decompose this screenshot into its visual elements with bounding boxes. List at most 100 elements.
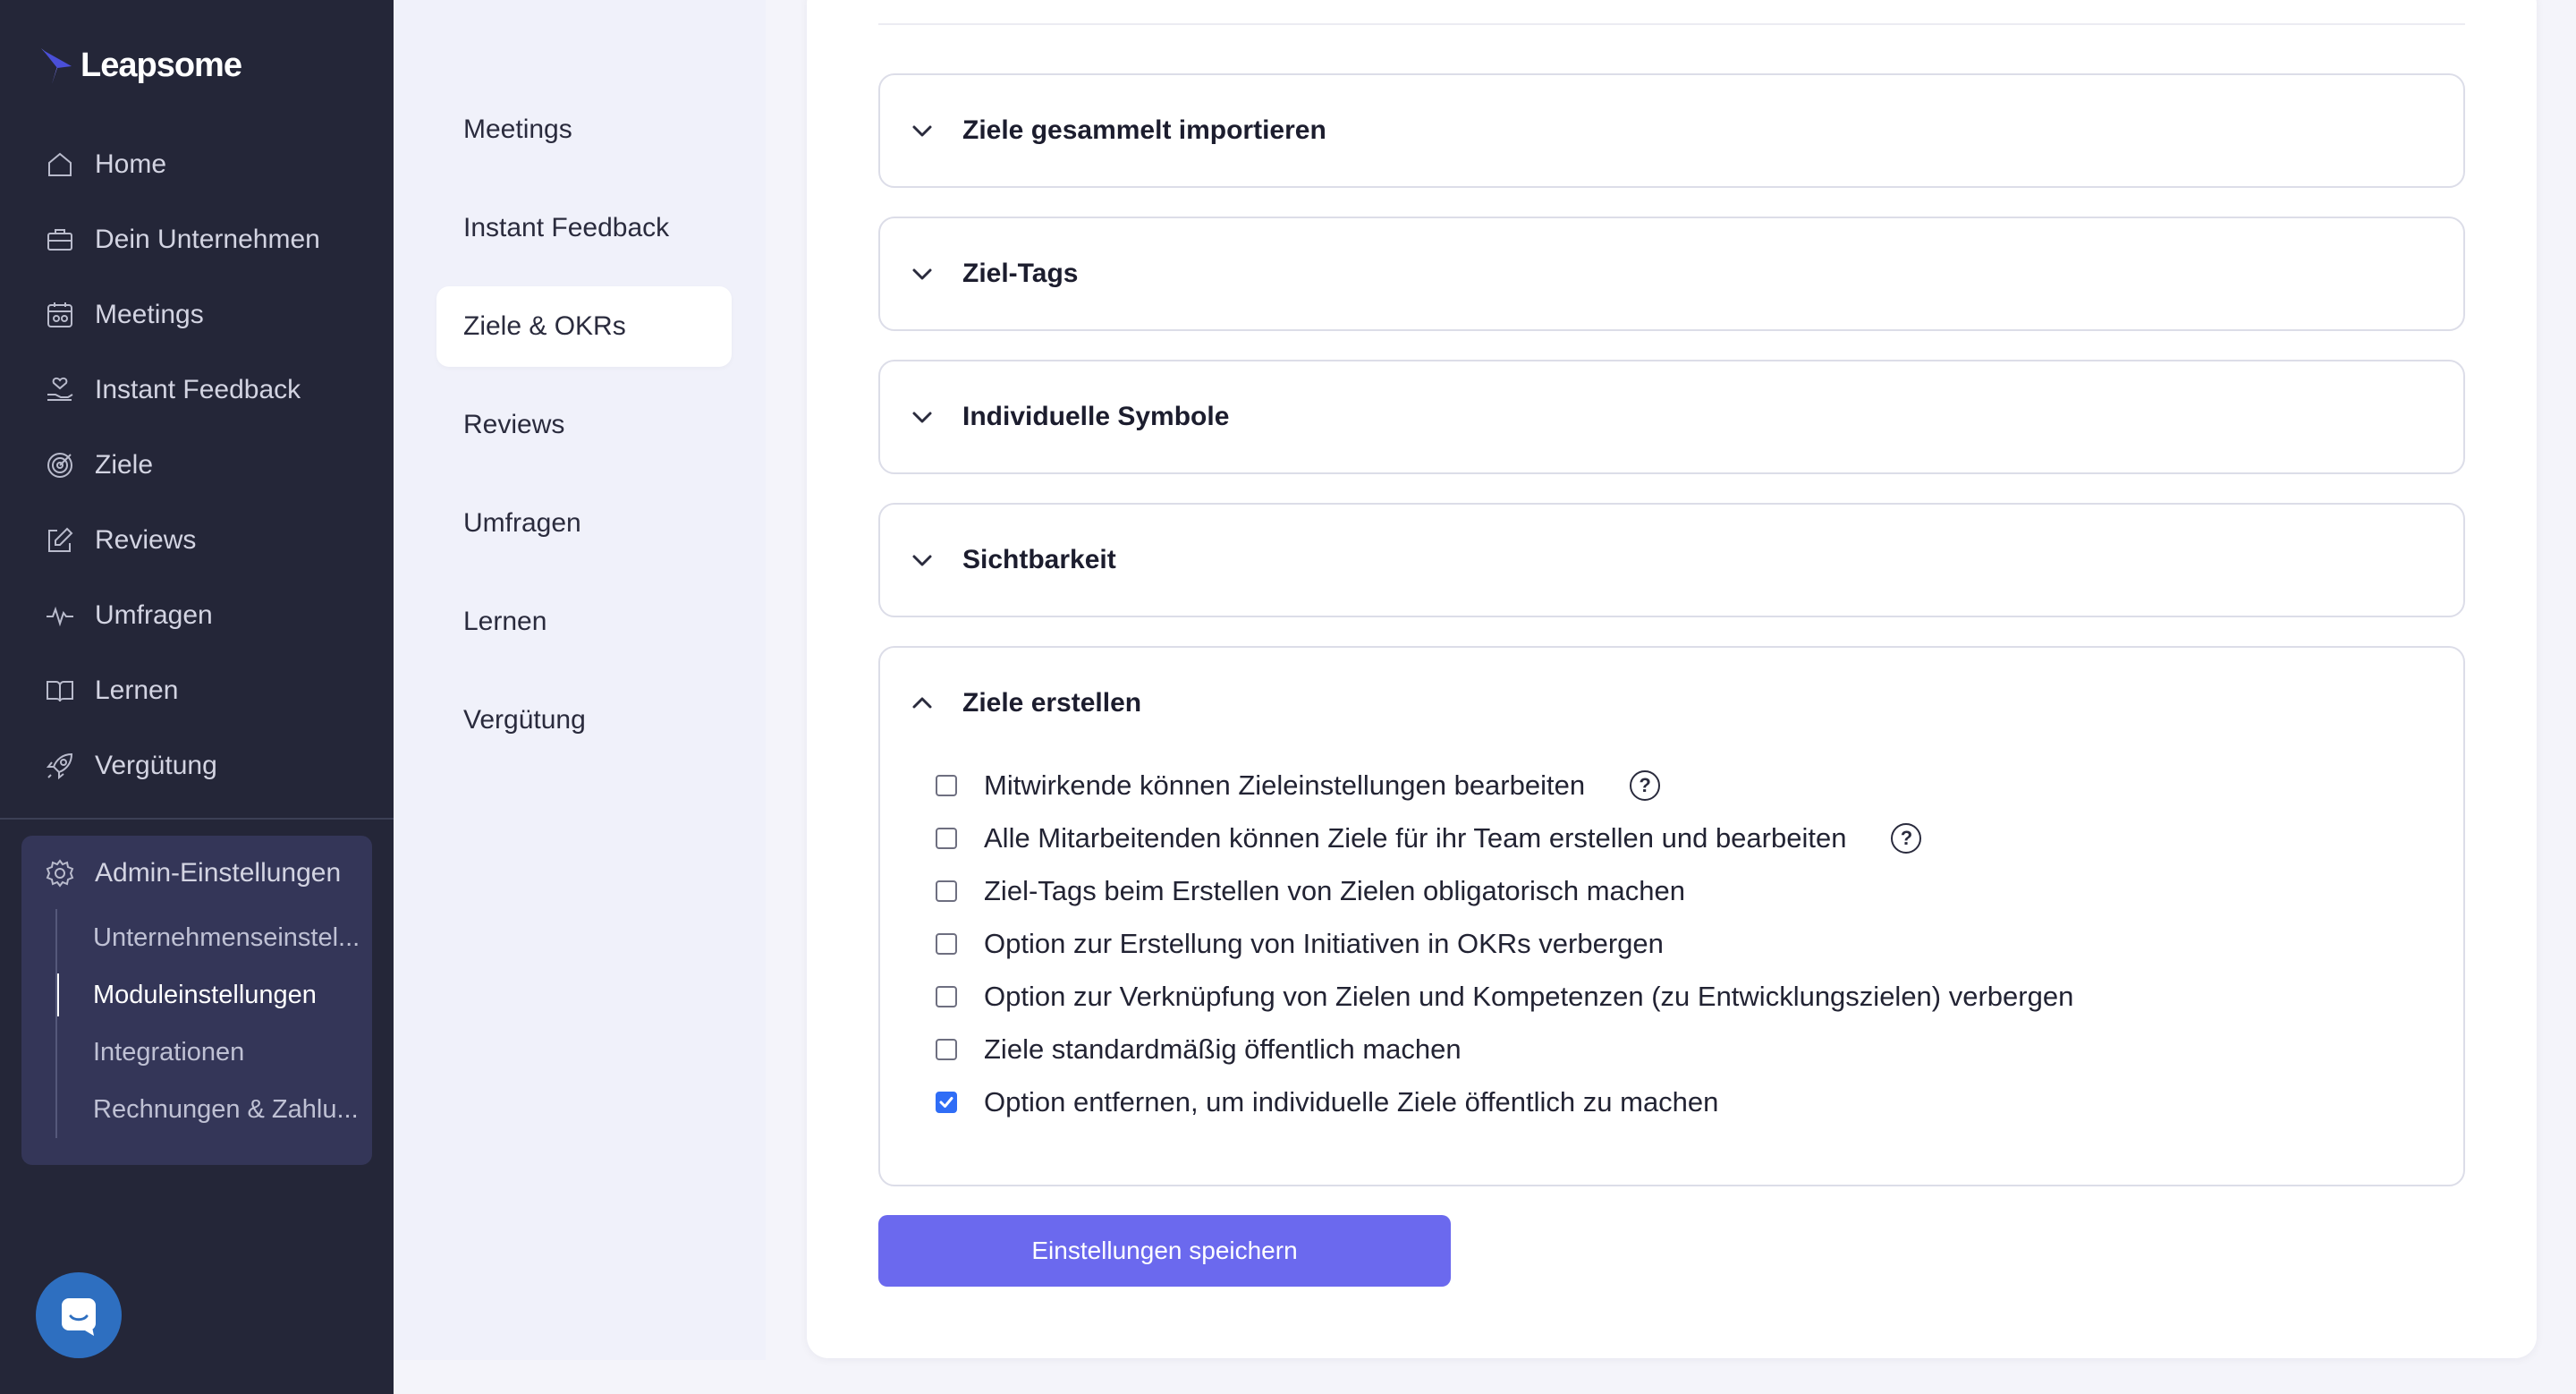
admin-subitem-company-settings[interactable]: Unternehmenseinstel... — [57, 909, 372, 966]
option-row: Option zur Verknüpfung von Zielen und Ko… — [936, 970, 2073, 1023]
checkmark-icon — [939, 1096, 953, 1108]
section-import-goals: Ziele gesammelt importieren — [878, 73, 2465, 188]
settings-card: Ziele gesammelt importieren Ziel-Tags In… — [807, 0, 2537, 1358]
main-sidebar: Leapsome Home Dein Unternehmen Meetings … — [0, 0, 394, 1394]
subnav-item-compensation[interactable]: Vergütung — [436, 680, 732, 761]
create-goals-options: Mitwirkende können Zieleinstellungen bea… — [936, 759, 2073, 1128]
rocket-icon — [46, 752, 73, 780]
sidebar-item-home[interactable]: Home — [0, 127, 394, 202]
section-header[interactable]: Individuelle Symbole — [880, 361, 2463, 472]
sidebar-item-label: Meetings — [95, 300, 204, 329]
subnav-item-learning[interactable]: Lernen — [436, 582, 732, 662]
module-subnav: Meetings Instant Feedback Ziele & OKRs R… — [394, 0, 766, 1360]
sidebar-item-learning[interactable]: Lernen — [0, 653, 394, 728]
option-label: Alle Mitarbeitenden können Ziele für ihr… — [984, 821, 1847, 854]
section-title: Ziel-Tags — [962, 259, 1079, 288]
option-row: Ziel-Tags beim Erstellen von Zielen obli… — [936, 864, 2073, 917]
checkbox-hide-competency-link[interactable] — [936, 985, 957, 1007]
sidebar-item-compensation[interactable]: Vergütung — [0, 728, 394, 803]
sidebar-item-label: Dein Unternehmen — [95, 225, 320, 254]
sidebar-item-meetings[interactable]: Meetings — [0, 277, 394, 353]
book-icon — [47, 681, 73, 702]
option-label: Option zur Erstellung von Initiativen in… — [984, 927, 1664, 959]
option-label: Ziele standardmäßig öffentlich machen — [984, 1033, 1462, 1065]
calendar-people-icon — [47, 302, 72, 327]
admin-subitem-module-settings[interactable]: Moduleinstellungen — [57, 966, 372, 1024]
briefcase-icon — [47, 229, 72, 251]
sidebar-divider — [0, 818, 394, 820]
sidebar-item-goals[interactable]: Ziele — [0, 428, 394, 503]
home-icon — [48, 152, 72, 176]
chevron-up-icon — [912, 697, 932, 709]
section-custom-icons: Individuelle Symbole — [878, 360, 2465, 474]
sidebar-item-instant-feedback[interactable]: Instant Feedback — [0, 353, 394, 428]
checkbox-hide-initiatives[interactable] — [936, 932, 957, 955]
option-row: Alle Mitarbeitenden können Ziele für ihr… — [936, 812, 2073, 864]
subnav-item-surveys[interactable]: Umfragen — [436, 483, 732, 564]
section-header[interactable]: Ziel-Tags — [880, 218, 2463, 329]
section-title: Ziele erstellen — [962, 688, 1142, 718]
subnav-item-reviews[interactable]: Reviews — [436, 385, 732, 465]
section-header[interactable]: Ziele gesammelt importieren — [880, 75, 2463, 186]
help-icon[interactable]: ? — [1630, 769, 1661, 801]
hand-heart-icon — [47, 377, 73, 401]
sidebar-item-surveys[interactable]: Umfragen — [0, 578, 394, 653]
section-title: Ziele gesammelt importieren — [962, 115, 1326, 145]
option-label: Option zur Verknüpfung von Zielen und Ko… — [984, 980, 2074, 1012]
chevron-down-icon — [912, 412, 932, 423]
sidebar-item-label: Instant Feedback — [95, 375, 301, 404]
sidebar-item-reviews[interactable]: Reviews — [0, 503, 394, 578]
checkbox-tags-mandatory[interactable] — [936, 880, 957, 902]
option-row: Mitwirkende können Zieleinstellungen bea… — [936, 759, 2073, 812]
sidebar-item-label: Reviews — [95, 525, 197, 555]
option-row: Option zur Erstellung von Initiativen in… — [936, 917, 2073, 970]
checkbox-goals-public-default[interactable] — [936, 1038, 957, 1060]
sidebar-item-label: Ziele — [95, 450, 154, 480]
sidebar-item-label: Vergütung — [95, 751, 217, 780]
section-title: Sichtbarkeit — [962, 545, 1116, 574]
admin-subitem-integrations[interactable]: Integrationen — [57, 1024, 372, 1081]
section-header[interactable]: Sichtbarkeit — [880, 505, 2463, 616]
sidebar-item-label: Home — [95, 149, 167, 179]
sidebar-item-admin-settings[interactable]: Admin-Einstellungen — [21, 836, 372, 911]
checkbox-contributors-edit-settings[interactable] — [936, 774, 957, 796]
help-icon[interactable]: ? — [1891, 822, 1922, 854]
subnav-item-goals-okrs[interactable]: Ziele & OKRs — [436, 286, 732, 367]
admin-settings-label: Admin-Einstellungen — [95, 858, 342, 888]
pulse-icon — [47, 606, 73, 627]
checkbox-all-employees-team-goals[interactable] — [936, 827, 957, 849]
chevron-down-icon — [912, 555, 932, 566]
subnav-item-instant-feedback[interactable]: Instant Feedback — [436, 188, 732, 268]
section-visibility: Sichtbarkeit — [878, 503, 2465, 617]
card-divider — [878, 23, 2465, 25]
chat-icon — [62, 1298, 96, 1336]
sidebar-item-label: Umfragen — [95, 600, 213, 630]
chevron-down-icon — [912, 125, 932, 137]
section-create-goals: Ziele erstellen Mitwirkende können Ziele… — [878, 646, 2465, 1186]
app-logo[interactable]: Leapsome — [39, 45, 242, 86]
gear-icon — [46, 859, 74, 888]
section-title: Individuelle Symbole — [962, 402, 1230, 431]
checkbox-remove-public-option[interactable] — [936, 1091, 957, 1113]
subnav-item-meetings[interactable]: Meetings — [436, 89, 732, 170]
leapsome-logo-icon — [41, 48, 72, 84]
chat-launcher-button[interactable] — [36, 1272, 122, 1358]
option-label: Mitwirkende können Zieleinstellungen bea… — [984, 769, 1586, 801]
option-label: Option entfernen, um individuelle Ziele … — [984, 1085, 1719, 1118]
main-nav: Home Dein Unternehmen Meetings Instant F… — [0, 127, 394, 803]
target-icon — [47, 453, 72, 478]
admin-subnav: Unternehmenseinstel... Moduleinstellunge… — [55, 909, 372, 1138]
app-name: Leapsome — [80, 46, 242, 84]
option-row: Ziele standardmäßig öffentlich machen — [936, 1023, 2073, 1075]
admin-settings-group: Admin-Einstellungen Unternehmenseinstel.… — [21, 836, 372, 1165]
option-label: Ziel-Tags beim Erstellen von Zielen obli… — [984, 874, 1685, 906]
section-goal-tags: Ziel-Tags — [878, 217, 2465, 331]
sidebar-item-company[interactable]: Dein Unternehmen — [0, 202, 394, 277]
save-settings-button[interactable]: Einstellungen speichern — [878, 1215, 1451, 1287]
chevron-down-icon — [912, 268, 932, 280]
sidebar-item-label: Lernen — [95, 676, 179, 705]
admin-subitem-billing[interactable]: Rechnungen & Zahlu... — [57, 1081, 372, 1138]
edit-icon — [48, 527, 73, 552]
section-header[interactable]: Ziele erstellen — [880, 648, 2463, 759]
option-row: Option entfernen, um individuelle Ziele … — [936, 1075, 2073, 1128]
